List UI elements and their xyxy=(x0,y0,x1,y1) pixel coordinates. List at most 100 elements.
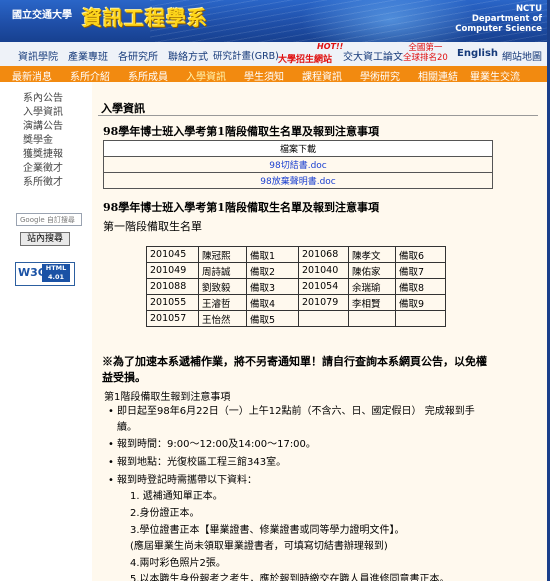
nav-sitemap[interactable]: 網站地圖 xyxy=(502,48,542,63)
table-cell: 201055 xyxy=(146,294,199,311)
table-cell: 李相賢 xyxy=(348,294,396,311)
table-cell: 201079 xyxy=(298,294,349,311)
english-line-2: Department of xyxy=(471,14,542,24)
menu-news[interactable]: 最新消息 xyxy=(12,68,52,83)
menu-admission[interactable]: 入學資訊 xyxy=(186,68,226,83)
nav-thesis[interactable]: 交大資工論文 xyxy=(343,48,403,63)
registration-title: 第1階段備取生報到注意事項 xyxy=(104,392,231,403)
menu-research[interactable]: 學術研究 xyxy=(360,68,400,83)
html-version-badge: HTML 4.01 xyxy=(42,264,70,282)
menu-alumni[interactable]: 畢業生交流 xyxy=(470,68,520,83)
site-banner: 國立交通大學 資訊工程學系 NCTU Department of Compute… xyxy=(0,0,547,42)
table-cell: 備取8 xyxy=(395,278,446,295)
doc-item-1: 1. 遞補通知單正本。 xyxy=(130,491,223,502)
phase-title: 第一階段備取生名單 xyxy=(103,220,202,233)
bullet-location: 報到地點：光復校區工程三館343室。 xyxy=(108,455,487,471)
main-menu: 最新消息 系所介紹 系所成員 入學資訊 學生須知 課程資訊 學術研究 相關連結 … xyxy=(0,66,547,83)
english-department-name: NCTU Department of Computer Science xyxy=(455,4,542,34)
sidebar-item-jobs[interactable]: 企業徵才 xyxy=(23,159,63,174)
announcement-title: 98學年博士班入學考第1階段備取生名單及報到注意事項 xyxy=(103,125,379,138)
table-cell: 201057 xyxy=(146,310,199,327)
table-cell xyxy=(298,310,349,327)
sidebar-item-announcements[interactable]: 系內公告 xyxy=(23,89,63,104)
download-row: 98放棄聲明書.doc xyxy=(103,172,493,189)
menu-members[interactable]: 系所成員 xyxy=(128,68,168,83)
university-name[interactable]: 國立交通大學 xyxy=(12,6,72,21)
nav-industry-program[interactable]: 產業專班 xyxy=(68,48,108,63)
table-cell: 陳冠熙 xyxy=(198,246,247,263)
table-cell: 陳佑家 xyxy=(348,262,396,279)
nav-contact[interactable]: 聯絡方式 xyxy=(168,48,208,63)
download-table: 檔案下載 98切結書.doc 98放棄聲明書.doc xyxy=(103,140,493,189)
search-input[interactable]: Google 自訂搜尋 xyxy=(16,213,82,226)
section-heading: 入學資訊 xyxy=(101,102,145,115)
page: 國立交通大學 資訊工程學系 NCTU Department of Compute… xyxy=(0,0,550,581)
doc-item-2: 2.身份證正本。 xyxy=(130,508,200,519)
table-row: 201045 陳冠熙 備取1 201068 陳孝文 備取6 xyxy=(146,246,446,263)
doc-item-4: 4.兩吋彩色照片2張。 xyxy=(130,558,226,569)
w3c-html-badge[interactable]: W3C HTML 4.01 xyxy=(15,262,75,286)
doc-item-3-note: (應屆畢業生尚未領取畢業證書者，可填寫切結書辦理報到) xyxy=(130,541,388,552)
sidebar: 系內公告 入學資訊 演講公告 獎學金 獲獎捷報 企業徵才 系所徵才 Google… xyxy=(0,82,92,581)
table-cell: 備取1 xyxy=(246,246,299,263)
top-navigation: 資訊學院 產業專班 各研究所 聯絡方式 研究計畫(GRB) 交大資工論文 Eng… xyxy=(0,42,547,67)
menu-courses[interactable]: 課程資訊 xyxy=(302,68,342,83)
table-cell xyxy=(348,310,396,327)
table-cell: 陳孝文 xyxy=(348,246,396,263)
table-cell: 余瑞瑜 xyxy=(348,278,396,295)
download-link-waiver[interactable]: 98放棄聲明書.doc xyxy=(260,177,335,187)
table-cell: 備取9 xyxy=(395,294,446,311)
menu-about[interactable]: 系所介紹 xyxy=(70,68,110,83)
table-cell: 備取4 xyxy=(246,294,299,311)
table-cell: 劉致毅 xyxy=(198,278,247,295)
table-cell: 201045 xyxy=(146,246,199,263)
heading-divider xyxy=(98,115,538,116)
menu-links[interactable]: 相關連結 xyxy=(418,68,458,83)
nav-institutes[interactable]: 各研究所 xyxy=(118,48,158,63)
sidebar-item-lectures[interactable]: 演講公告 xyxy=(23,117,63,132)
table-cell: 201088 xyxy=(146,278,199,295)
ranking-badge[interactable]: 全國第一 全球排名20 xyxy=(403,43,448,63)
table-cell: 201040 xyxy=(298,262,349,279)
doc-item-5: 5.以本職生身份報考之考生，應於報到時繳交在職人員進修同意書正本。 xyxy=(130,574,450,581)
english-line-1: NCTU xyxy=(515,4,542,14)
rank-line-1: 全國第一 xyxy=(408,43,443,53)
table-cell: 備取6 xyxy=(395,246,446,263)
html-badge-line-1: HTML xyxy=(45,264,67,272)
table-cell: 備取2 xyxy=(246,262,299,279)
table-cell: 201049 xyxy=(146,262,199,279)
department-logo[interactable]: 資訊工程學系 xyxy=(82,2,208,31)
table-cell: 201068 xyxy=(298,246,349,263)
download-row: 98切結書.doc xyxy=(103,156,493,173)
rank-line-2: 全球排名20 xyxy=(403,53,448,63)
list-title: 98學年博士班入學考第1階段備取生名單及報到注意事項 xyxy=(103,201,379,214)
sidebar-item-faculty-jobs[interactable]: 系所徵才 xyxy=(23,173,63,188)
nav-admission-site[interactable]: 大學招生網站 xyxy=(278,52,332,65)
nav-english[interactable]: English xyxy=(457,48,498,59)
bullet-documents: 報到時登記時需攜帶以下資料： xyxy=(108,473,487,489)
table-cell: 周詩誠 xyxy=(198,262,247,279)
table-row: 201088 劉致毅 備取3 201054 余瑞瑜 備取8 xyxy=(146,278,446,295)
table-cell: 王怡然 xyxy=(198,310,247,327)
download-link-affidavit[interactable]: 98切結書.doc xyxy=(269,161,326,171)
html-badge-line-2: 4.01 xyxy=(47,272,65,281)
hot-badge: HOT!! xyxy=(317,42,344,51)
nav-college[interactable]: 資訊學院 xyxy=(18,48,58,63)
table-row: 201049 周詩誠 備取2 201040 陳佑家 備取7 xyxy=(146,262,446,279)
table-cell: 備取5 xyxy=(246,310,299,327)
nav-research-grb[interactable]: 研究計畫(GRB) xyxy=(213,48,279,62)
candidate-table: 201045 陳冠熙 備取1 201068 陳孝文 備取6 201049 周詩誠 備取2 2010… xyxy=(146,246,446,327)
table-cell: 備取7 xyxy=(395,262,446,279)
english-line-3: Computer Science xyxy=(455,24,542,34)
table-cell: 王濬哲 xyxy=(198,294,247,311)
menu-student-guide[interactable]: 學生須知 xyxy=(244,68,284,83)
sidebar-item-scholarship[interactable]: 獎學金 xyxy=(23,131,53,146)
table-row: 201057 王怡然 備取5 xyxy=(146,310,446,327)
doc-item-3: 3.學位證書正本【畢業證書、修業證書或同等學力證明文件】。 xyxy=(130,525,405,536)
sidebar-item-admission[interactable]: 入學資訊 xyxy=(23,103,63,118)
table-row: 201055 王濬哲 備取4 201079 李相賢 備取9 xyxy=(146,294,446,311)
table-cell: 201054 xyxy=(298,278,349,295)
site-search-button[interactable]: 站內搜尋 xyxy=(20,232,70,246)
sidebar-item-awards[interactable]: 獲獎捷報 xyxy=(23,145,63,160)
notice-text: ※為了加速本系遞補作業，將不另寄通知單！請自行查詢本系網頁公告，以免權益受損。 xyxy=(102,355,487,384)
